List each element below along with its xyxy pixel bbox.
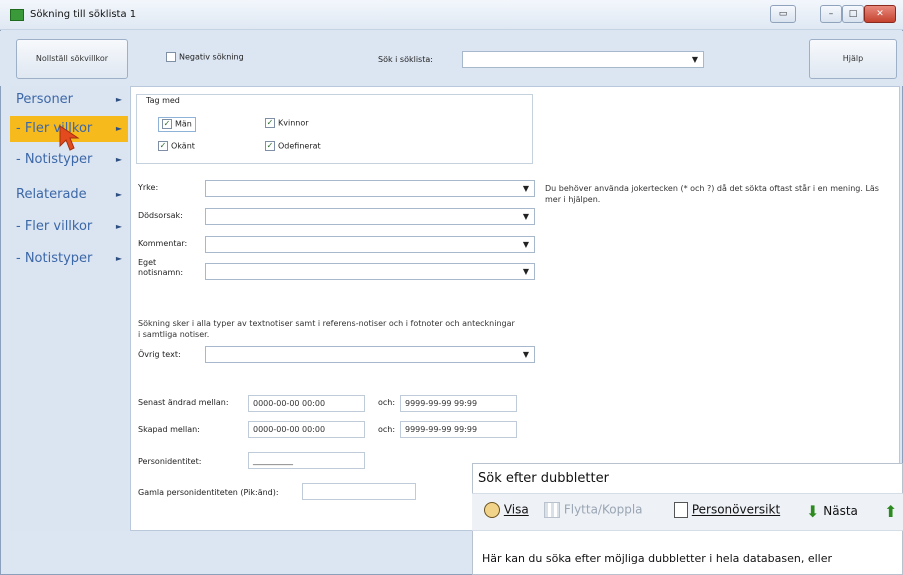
person-id-field[interactable]: __________ [248,452,365,469]
chevron-down-icon: ▼ [522,184,529,193]
created-to-field[interactable]: 9999-99-99 99:99 [400,421,517,438]
face-icon [484,502,500,518]
chevron-down-icon: ▼ [522,240,529,249]
occupation-label: Yrke: [138,183,159,192]
occupation-field[interactable]: ▼ [205,180,535,197]
women-label: Kvinnor [278,118,309,128]
changed-to-value: 9999-99-99 99:99 [405,399,478,408]
caret-right-icon: ► [115,155,122,164]
minimize-button[interactable]: – [820,5,842,23]
changed-from-value: 0000-00-00 00:00 [253,399,326,408]
document-icon [674,502,688,518]
changed-between-label: Senast ändrad mellan: [138,398,229,407]
note-search-hint: Sökning sker i alla typer av textnotiser… [138,319,515,339]
undefined-checkbox[interactable]: ✓ Odefinerat [265,141,321,152]
chevron-down-icon: ▼ [522,350,529,359]
sidebar-item-label: - Notistyper [16,152,93,167]
maximize-button[interactable]: □ [842,5,864,23]
caret-right-icon: ► [115,124,122,133]
person-id-value: __________ [253,456,293,465]
negative-search-checkbox[interactable]: Negativ sökning [166,52,244,63]
arrow-up-icon[interactable]: ⬆ [884,502,897,521]
sidebar-item-label: Relaterade [16,187,87,202]
cause-of-death-field[interactable]: ▼ [205,208,535,225]
restore-icon[interactable]: ▭ [770,5,796,23]
reset-criteria-button[interactable]: Nollställ sökvillkor [16,39,128,79]
caret-right-icon: ► [115,95,122,104]
next-button[interactable]: ⬇ Nästa [806,502,858,521]
search-in-list-select[interactable]: ▼ [462,51,704,68]
and-label: och: [378,398,396,407]
comment-label: Kommentar: [138,239,188,248]
created-from-field[interactable]: 0000-00-00 00:00 [248,421,365,438]
unknown-label: Okänt [171,141,195,151]
created-from-value: 0000-00-00 00:00 [253,425,326,434]
move-link-button[interactable]: Flytta/Koppla [544,502,643,518]
mouse-cursor-icon [59,125,80,151]
help-button[interactable]: Hjälp [809,39,897,79]
next-label: Nästa [823,504,858,518]
other-text-label: Övrig text: [138,350,181,359]
negative-search-label: Negativ sökning [179,52,244,62]
men-checkbox[interactable]: ✓ Män [158,117,196,132]
sidebar-item-label: - Notistyper [16,251,93,266]
created-between-label: Skapad mellan: [138,425,200,434]
toolbar [0,31,903,86]
search-in-list-label: Sök i söklista: [378,55,433,64]
search-in-list-value [463,55,467,64]
caret-right-icon: ► [115,254,122,263]
own-note-label: Eget notisnamn: [138,258,184,277]
checkbox-checked[interactable]: ✓ [162,119,172,129]
chevron-down-icon: ▼ [522,267,529,276]
and-label: och: [378,425,396,434]
sidebar-item-related-more-criteria[interactable]: - Fler villkor ► [10,214,128,240]
show-button[interactable]: Visa [484,502,529,518]
overview-label: Personöversikt [691,502,781,517]
created-to-value: 9999-99-99 99:99 [405,425,478,434]
sidebar: Personer ► - Fler villkor ► - Notistyper ► … [10,86,128,531]
old-person-id-label: Gamla personidentiteten (Pik:änd): [138,488,279,497]
unknown-checkbox[interactable]: ✓ Okänt [158,141,195,152]
duplicates-title: Sök efter dubbletter [478,471,609,486]
close-button[interactable]: ✕ [864,5,896,23]
cause-of-death-label: Dödsorsak: [138,211,183,220]
sidebar-item-label: Personer [16,92,74,107]
checkbox-checked[interactable]: ✓ [158,141,168,151]
sidebar-item-related[interactable]: Relaterade ► [10,182,128,208]
women-checkbox[interactable]: ✓ Kvinnor [265,118,309,129]
checkbox-box[interactable] [166,52,176,62]
window-title: Sökning till söklista 1 [30,9,137,20]
show-label: Visa [503,502,529,517]
undefined-label: Odefinerat [278,141,321,151]
old-person-id-field[interactable] [302,483,416,500]
old-person-id-value [303,487,307,496]
arrow-down-icon: ⬇ [806,502,820,521]
person-overview-button[interactable]: Personöversikt [674,502,780,518]
chevron-down-icon: ▼ [522,212,529,221]
comment-field[interactable]: ▼ [205,236,535,253]
sidebar-item-persons[interactable]: Personer ► [10,87,128,113]
sidebar-item-related-note-types[interactable]: - Notistyper ► [10,246,128,272]
changed-from-field[interactable]: 0000-00-00 00:00 [248,395,365,412]
caret-right-icon: ► [115,190,122,199]
changed-to-field[interactable]: 9999-99-99 99:99 [400,395,517,412]
move-label: Flytta/Koppla [563,502,643,517]
include-legend: Tag med [144,96,182,105]
checkbox-checked[interactable]: ✓ [265,118,275,128]
person-id-label: Personidentitet: [138,457,202,466]
checkbox-checked[interactable]: ✓ [265,141,275,151]
duplicates-description: Här kan du söka efter möjliga dubbletter… [482,552,832,565]
columns-icon [544,502,560,518]
men-label: Män [175,119,192,129]
jokers-hint: Du behöver använda jokertecken (* och ?)… [545,184,879,204]
sidebar-item-label: - Fler villkor [16,219,93,234]
own-note-field[interactable]: ▼ [205,263,535,280]
caret-right-icon: ► [115,222,122,231]
app-icon [10,9,24,21]
chevron-down-icon: ▼ [691,55,698,64]
other-text-field[interactable]: ▼ [205,346,535,363]
